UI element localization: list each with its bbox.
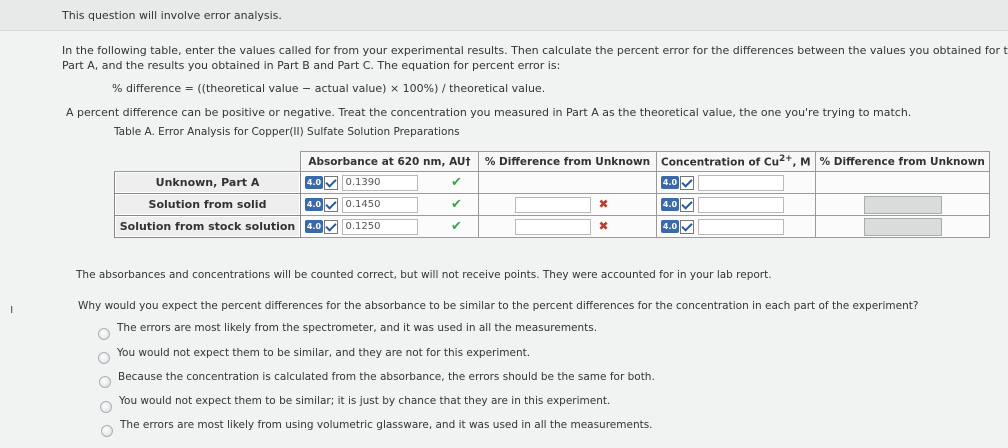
checkbox-icon[interactable] <box>324 197 338 212</box>
concentration-input[interactable] <box>697 218 784 235</box>
header-pct-diff-concentration: % Difference from Unknown <box>814 151 990 172</box>
correct-check-icon: ✔ <box>451 174 462 190</box>
absorbance-cell: 4.0 0.1390 ✔ <box>300 171 479 194</box>
header-concentration: Concentration of Cu2+, M <box>656 151 816 172</box>
absorbance-input[interactable]: 0.1250 <box>341 218 418 235</box>
version-badge: 4.0 <box>661 198 679 211</box>
version-badge: 4.0 <box>661 176 679 189</box>
correct-check-icon: ✔ <box>451 196 462 212</box>
table-row: Solution from solid 4.0 0.1450 ✔ ✖ 4.0 <box>114 193 990 216</box>
header-absorbance: Absorbance at 620 nm, AU† <box>300 151 479 172</box>
pct-diff-input[interactable] <box>515 218 591 235</box>
checkbox-icon[interactable] <box>680 175 694 190</box>
checkbox-icon[interactable] <box>680 197 694 212</box>
counted-note: The absorbances and concentrations will … <box>76 269 772 281</box>
radio-option-2[interactable] <box>98 352 110 364</box>
concentration-input[interactable] <box>697 174 784 191</box>
option-label-3[interactable]: Because the concentration is calculated … <box>118 371 655 383</box>
percent-error-formula: % difference = ((theoretical value − act… <box>112 82 546 95</box>
pct-diff-input[interactable] <box>863 195 942 214</box>
concentration-cell: 4.0 <box>656 193 816 216</box>
option-label-5[interactable]: The errors are most likely from using vo… <box>120 419 653 431</box>
checkbox-icon[interactable] <box>324 175 338 190</box>
absorbance-input[interactable]: 0.1450 <box>341 196 418 213</box>
pct-diff-input[interactable] <box>863 217 942 236</box>
radio-option-1[interactable] <box>98 328 110 340</box>
header-pct-diff-absorbance: % Difference from Unknown <box>478 151 657 172</box>
margin-mark: ı <box>10 302 14 316</box>
option-label-1[interactable]: The errors are most likely from the spec… <box>117 322 597 334</box>
checkbox-icon[interactable] <box>324 219 338 234</box>
table-row: Solution from stock solution 4.0 0.1250 … <box>114 215 990 238</box>
absorbance-input[interactable]: 0.1390 <box>341 174 418 191</box>
radio-option-4[interactable] <box>100 401 112 413</box>
question-prompt: Why would you expect the percent differe… <box>78 300 919 312</box>
header-blank <box>114 151 301 172</box>
pct-diff-input[interactable] <box>515 196 591 213</box>
pct-diff-cell <box>478 171 657 194</box>
pct-diff-cell: ✖ <box>478 193 657 216</box>
incorrect-x-icon: ✖ <box>598 196 609 211</box>
incorrect-x-icon: ✖ <box>598 218 609 233</box>
version-badge: 4.0 <box>661 220 679 233</box>
instructions-line-1: In the following table, enter the values… <box>62 44 1008 57</box>
table-header-row: Absorbance at 620 nm, AU† % Difference f… <box>114 151 990 172</box>
pct-diff-cell: ✖ <box>478 215 657 238</box>
version-badge: 4.0 <box>305 198 323 211</box>
option-label-4[interactable]: You would not expect them to be similar;… <box>119 395 610 407</box>
concentration-cell: 4.0 <box>656 215 816 238</box>
instructions-note: A percent difference can be positive or … <box>66 106 912 119</box>
absorbance-cell: 4.0 0.1450 ✔ <box>300 193 479 216</box>
radio-option-3[interactable] <box>99 376 111 388</box>
intro-text: This question will involve error analysi… <box>62 9 282 22</box>
absorbance-cell: 4.0 0.1250 ✔ <box>300 215 479 238</box>
pct-diff-cell <box>814 215 990 238</box>
pct-diff-cell <box>814 193 990 216</box>
row-label: Unknown, Part A <box>114 171 301 194</box>
pct-diff-cell <box>814 171 990 194</box>
version-badge: 4.0 <box>305 220 323 233</box>
concentration-cell: 4.0 <box>656 171 816 194</box>
concentration-input[interactable] <box>697 196 784 213</box>
version-badge: 4.0 <box>305 176 323 189</box>
option-label-2[interactable]: You would not expect them to be similar,… <box>117 347 530 359</box>
error-analysis-table: Absorbance at 620 nm, AU† % Difference f… <box>114 151 990 238</box>
table-caption: Table A. Error Analysis for Copper(II) S… <box>114 126 460 138</box>
row-label: Solution from stock solution <box>114 215 301 238</box>
instructions-line-2: Part A, and the results you obtained in … <box>62 59 561 72</box>
correct-check-icon: ✔ <box>451 218 462 234</box>
row-label: Solution from solid <box>114 193 301 216</box>
checkbox-icon[interactable] <box>680 219 694 234</box>
table-row: Unknown, Part A 4.0 0.1390 ✔ 4.0 <box>114 171 990 194</box>
radio-option-5[interactable] <box>101 425 113 437</box>
